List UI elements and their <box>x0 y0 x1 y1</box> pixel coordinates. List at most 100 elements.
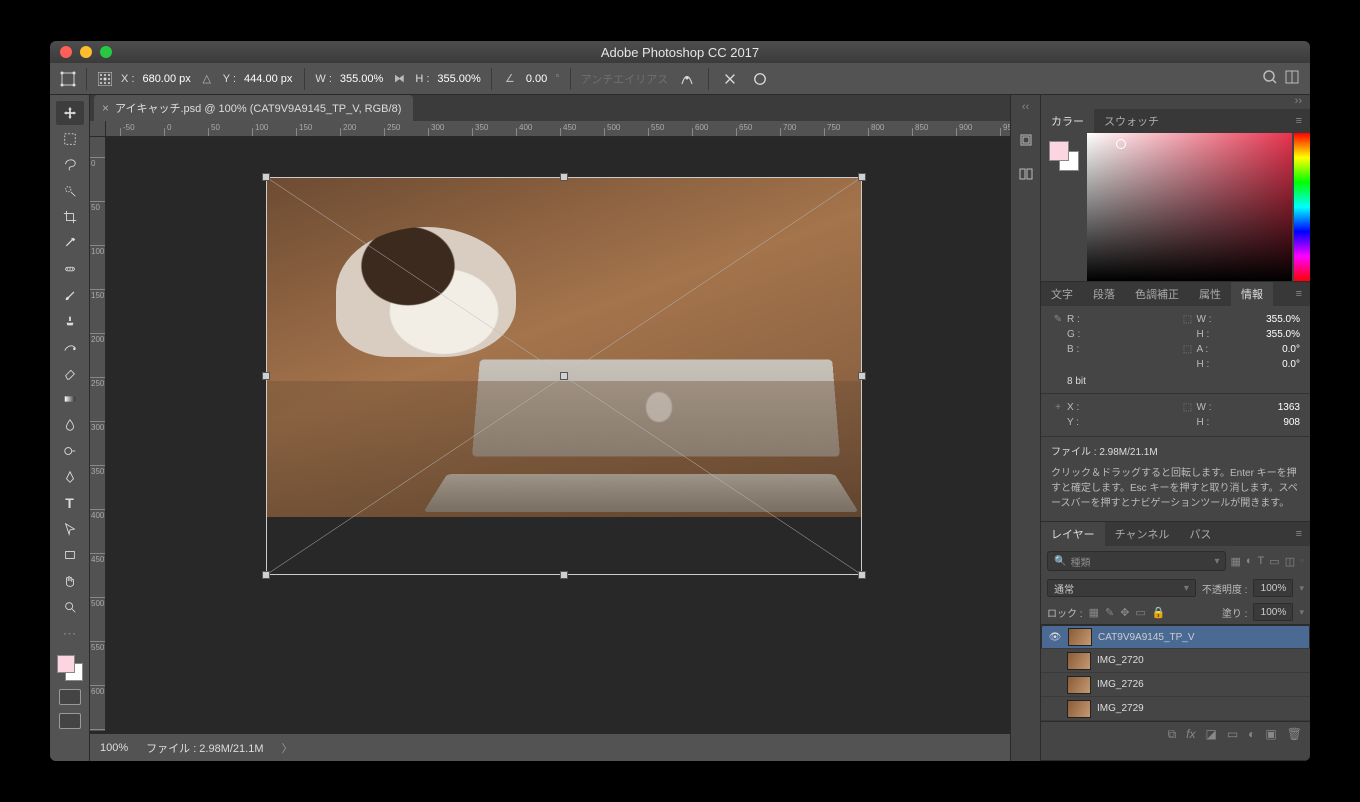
tab-layers[interactable]: レイヤー <box>1041 522 1105 546</box>
clone-stamp-tool[interactable] <box>56 309 84 333</box>
close-tab-icon[interactable]: × <box>102 101 109 115</box>
screen-mode-button[interactable] <box>59 713 81 729</box>
h-value[interactable]: 355.00% <box>437 73 480 85</box>
warp-icon[interactable] <box>676 68 698 90</box>
layer-name[interactable]: IMG_2720 <box>1097 655 1304 666</box>
history-brush-tool[interactable] <box>56 335 84 359</box>
filter-toggle-icon[interactable]: ◦ <box>1300 555 1304 568</box>
transform-handle-br[interactable] <box>858 571 866 579</box>
layer-mask-icon[interactable]: ◪ <box>1205 727 1216 742</box>
filter-shape-icon[interactable]: ▭ <box>1269 555 1279 568</box>
lock-position-icon[interactable]: ✥ <box>1120 606 1129 619</box>
commit-transform-icon[interactable] <box>749 68 771 90</box>
lasso-tool[interactable] <box>56 153 84 177</box>
zoom-tool[interactable] <box>56 595 84 619</box>
rectangle-tool[interactable] <box>56 543 84 567</box>
layer-row[interactable]: IMG_2729 <box>1041 697 1310 721</box>
angle-value[interactable]: 0.00 <box>526 73 547 85</box>
y-value[interactable]: 444.00 px <box>244 73 292 85</box>
vertical-ruler[interactable]: 0501001502002503003504004505005506006507… <box>90 137 106 731</box>
visibility-toggle-icon[interactable]: 👁 <box>1048 632 1062 643</box>
foreground-color-swatch[interactable] <box>57 655 75 673</box>
layer-thumbnail[interactable] <box>1068 628 1092 646</box>
type-tool[interactable]: T <box>56 491 84 515</box>
blur-tool[interactable] <box>56 413 84 437</box>
filter-adjustment-icon[interactable]: ◐ <box>1246 555 1253 568</box>
zoom-level[interactable]: 100% <box>100 742 128 754</box>
link-icon[interactable]: ⧓ <box>391 71 407 87</box>
blend-mode-select[interactable]: 通常▾ <box>1047 579 1196 597</box>
collapse-panels-icon[interactable]: ‹‹ <box>1022 101 1029 113</box>
crop-tool[interactable] <box>56 205 84 229</box>
tab-swatches[interactable]: スウォッチ <box>1094 109 1169 133</box>
layer-row[interactable]: IMG_2720 <box>1041 649 1310 673</box>
layer-thumbnail[interactable] <box>1067 676 1091 694</box>
path-selection-tool[interactable] <box>56 517 84 541</box>
collapse-right-panels-icon[interactable]: ›› <box>1295 95 1302 109</box>
tab-info[interactable]: 情報 <box>1231 282 1273 306</box>
filter-pixel-icon[interactable]: ▦ <box>1230 555 1240 568</box>
tab-color[interactable]: カラー <box>1041 109 1094 133</box>
tab-paragraph[interactable]: 段落 <box>1083 282 1125 306</box>
layer-name[interactable]: IMG_2726 <box>1097 679 1304 690</box>
tab-channels[interactable]: チャンネル <box>1105 522 1180 546</box>
lock-all-icon[interactable]: 🔒 <box>1152 606 1166 619</box>
eraser-tool[interactable] <box>56 361 84 385</box>
opacity-input[interactable]: 100% <box>1253 579 1293 597</box>
layer-row[interactable]: 👁 CAT9V9A9145_TP_V <box>1041 625 1310 649</box>
lock-transparency-icon[interactable]: ▦ <box>1089 606 1099 619</box>
hue-slider[interactable] <box>1294 133 1310 281</box>
layer-thumbnail[interactable] <box>1067 652 1091 670</box>
edit-toolbar[interactable]: ⋯ <box>56 621 84 645</box>
new-layer-icon[interactable]: ▣ <box>1265 727 1276 742</box>
fill-input[interactable]: 100% <box>1253 603 1293 621</box>
status-flyout-icon[interactable]: 〉 <box>282 740 293 756</box>
transform-handle-bc[interactable] <box>560 571 568 579</box>
delta-icon[interactable]: △ <box>199 71 215 87</box>
pen-tool[interactable] <box>56 465 84 489</box>
lock-artboard-icon[interactable]: ▭ <box>1135 606 1145 619</box>
eyedropper-tool[interactable] <box>56 231 84 255</box>
hand-tool[interactable] <box>56 569 84 593</box>
lock-pixels-icon[interactable]: ✎ <box>1105 606 1114 619</box>
panel-menu-icon[interactable]: ≡ <box>1288 115 1310 127</box>
document-tab[interactable]: × アイキャッチ.psd @ 100% (CAT9V9A9145_TP_V, R… <box>94 95 413 121</box>
layer-filter-select[interactable]: 🔍 種類 ▾ <box>1047 551 1226 571</box>
foreground-background-swatch[interactable] <box>55 653 85 683</box>
marquee-tool[interactable] <box>56 127 84 151</box>
layer-name[interactable]: CAT9V9A9145_TP_V <box>1098 632 1303 643</box>
w-value[interactable]: 355.00% <box>340 73 383 85</box>
antialias-label[interactable]: アンチエイリアス <box>581 71 669 87</box>
canvas-stage[interactable] <box>106 137 1010 731</box>
reference-point-icon[interactable] <box>97 71 113 87</box>
workspace-switcher-icon[interactable] <box>1284 69 1300 88</box>
chevron-down-icon[interactable]: ▾ <box>1299 583 1304 594</box>
tab-paths[interactable]: パス <box>1179 522 1221 546</box>
horizontal-ruler[interactable]: -500501001502002503003504004505005506006… <box>106 121 1010 137</box>
tab-character[interactable]: 文字 <box>1041 282 1083 306</box>
color-swatch-pair[interactable] <box>1049 141 1079 171</box>
delete-layer-icon[interactable]: 🗑 <box>1287 727 1302 742</box>
layer-name[interactable]: IMG_2729 <box>1097 703 1304 714</box>
filter-type-icon[interactable]: T <box>1258 555 1265 568</box>
panel-menu-icon[interactable]: ≡ <box>1288 528 1310 540</box>
layer-thumbnail[interactable] <box>1067 700 1091 718</box>
layer-style-icon[interactable]: fx <box>1186 727 1195 742</box>
cancel-transform-icon[interactable] <box>719 68 741 90</box>
tab-adjustments[interactable]: 色調補正 <box>1125 282 1189 306</box>
transform-handle-bl[interactable] <box>262 571 270 579</box>
dodge-tool[interactable] <box>56 439 84 463</box>
chevron-down-icon[interactable]: ▾ <box>1299 607 1304 618</box>
new-adjustment-icon[interactable]: ◐ <box>1248 727 1255 742</box>
x-value[interactable]: 680.00 px <box>142 73 190 85</box>
search-icon[interactable] <box>1262 69 1278 88</box>
new-group-icon[interactable]: ▭ <box>1227 727 1238 742</box>
history-panel-icon[interactable] <box>1017 131 1035 149</box>
color-field[interactable] <box>1087 133 1292 281</box>
layer-row[interactable]: IMG_2726 <box>1041 673 1310 697</box>
gradient-tool[interactable] <box>56 387 84 411</box>
libraries-panel-icon[interactable] <box>1017 165 1035 183</box>
spot-healing-tool[interactable] <box>56 257 84 281</box>
quick-mask-button[interactable] <box>59 689 81 705</box>
color-cursor[interactable] <box>1116 139 1126 149</box>
